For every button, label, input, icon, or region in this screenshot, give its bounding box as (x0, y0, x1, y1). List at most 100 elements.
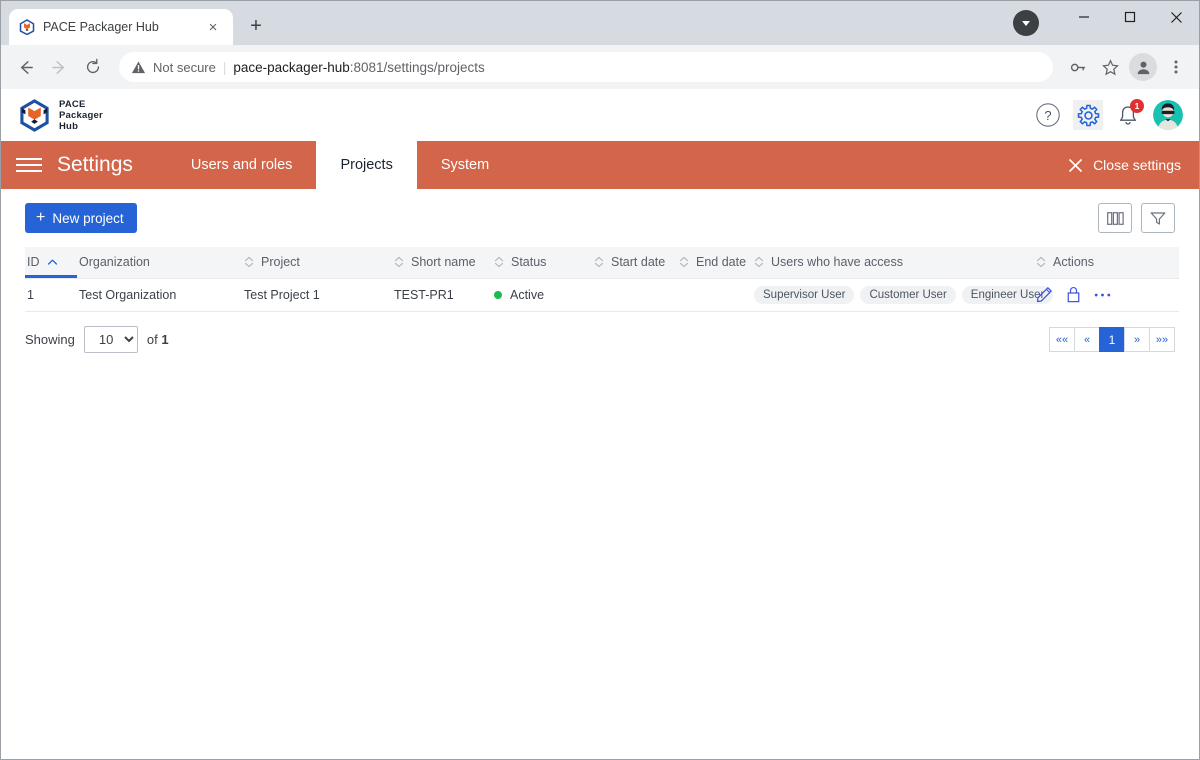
columns-button[interactable] (1098, 203, 1132, 233)
table-row[interactable]: 1 Test Organization Test Project 1 TEST-… (25, 278, 1179, 312)
sort-icon (594, 257, 604, 268)
browser-tab[interactable]: PACE Packager Hub × (9, 9, 233, 45)
tab-users-and-roles[interactable]: Users and roles (167, 141, 317, 189)
column-header-end-date[interactable]: End date (677, 247, 752, 279)
user-chip[interactable]: Customer User (860, 285, 956, 304)
tab-strip: PACE Packager Hub × + (1, 1, 271, 45)
tab-title: PACE Packager Hub (43, 20, 159, 34)
column-header-organization[interactable]: Organization (77, 247, 242, 279)
column-label-users: Users who have access (771, 255, 904, 270)
warning-triangle-icon (131, 61, 146, 73)
status-label: Active (510, 287, 545, 302)
page-size-control: Showing 10 25 50 100 of 1 (25, 326, 169, 353)
pagination: «« « 1 » »» (1049, 327, 1175, 352)
question-mark-icon: ? (1036, 103, 1060, 127)
close-settings-button[interactable]: Close settings (1068, 141, 1199, 189)
projects-toolbar: + New project (25, 189, 1175, 247)
next-page-button[interactable]: » (1124, 327, 1150, 352)
tab-search-icon[interactable] (1013, 10, 1039, 36)
column-header-users[interactable]: Users who have access (752, 247, 1034, 279)
lock-icon[interactable] (1066, 286, 1081, 303)
cell-users: Supervisor User Customer User Engineer U… (752, 278, 1054, 312)
filter-button[interactable] (1141, 203, 1175, 233)
sort-asc-icon (47, 259, 57, 265)
key-icon[interactable] (1063, 52, 1093, 82)
browser-window: PACE Packager Hub × + Not secure | pace-… (0, 0, 1200, 760)
settings-navbar: Settings Users and roles Projects System… (1, 141, 1199, 189)
app-logo[interactable]: PACE Packager Hub (19, 99, 103, 132)
settings-button[interactable] (1073, 100, 1103, 130)
cell-id: 1 (25, 278, 77, 312)
cell-project: Test Project 1 (242, 278, 392, 312)
close-icon[interactable] (1153, 1, 1199, 33)
column-label-short-name: Short name (411, 255, 476, 270)
three-dot-menu-icon[interactable] (1161, 52, 1191, 82)
gear-icon (1077, 104, 1099, 126)
hamburger-menu-icon[interactable] (1, 141, 57, 189)
total-value: 1 (161, 332, 169, 347)
column-label-status: Status (511, 255, 547, 270)
url-host: pace-packager-hub (233, 59, 350, 75)
column-header-short-name[interactable]: Short name (392, 247, 492, 279)
cell-organization: Test Organization (77, 278, 242, 312)
pace-cube-icon (19, 19, 35, 35)
last-page-button[interactable]: »» (1149, 327, 1175, 352)
browser-titlebar: PACE Packager Hub × + (1, 1, 1199, 45)
column-header-project[interactable]: Project (242, 247, 392, 279)
first-page-button[interactable]: «« (1049, 327, 1075, 352)
new-tab-button[interactable]: + (241, 11, 271, 41)
security-status-text: Not secure (153, 59, 216, 75)
more-options-icon[interactable] (1094, 292, 1111, 298)
omnibox-divider: | (222, 59, 227, 75)
browser-profile-icon[interactable] (1129, 53, 1157, 81)
edit-pencil-icon[interactable] (1036, 286, 1053, 303)
table-footer: Showing 10 25 50 100 of 1 «« « 1 » »» (25, 312, 1175, 368)
app-header-actions: ? 1 (1033, 99, 1183, 130)
tab-system[interactable]: System (417, 141, 513, 189)
window-controls (1061, 1, 1199, 33)
back-arrow-icon[interactable] (9, 51, 41, 83)
sort-icon (679, 257, 689, 268)
minimize-icon[interactable] (1061, 1, 1107, 33)
column-label-project: Project (261, 255, 300, 270)
column-header-start-date[interactable]: Start date (592, 247, 677, 279)
tab-close-icon[interactable]: × (203, 17, 223, 37)
sort-icon (244, 257, 254, 268)
funnel-filter-icon (1150, 211, 1166, 225)
user-chip[interactable]: Supervisor User (754, 285, 855, 304)
page-1-button[interactable]: 1 (1099, 327, 1125, 352)
forward-arrow-icon[interactable] (43, 51, 75, 83)
avatar[interactable] (1153, 100, 1183, 130)
brand-line-3: Hub (59, 120, 79, 132)
plus-icon: + (36, 209, 46, 226)
address-bar[interactable]: Not secure | pace-packager-hub:8081/sett… (119, 52, 1053, 82)
prev-page-button[interactable]: « (1074, 327, 1100, 352)
sort-icon (1036, 257, 1046, 268)
settings-title: Settings (57, 153, 133, 176)
app-header: PACE Packager Hub ? 1 (1, 89, 1199, 141)
table-body: 1 Test Organization Test Project 1 TEST-… (25, 278, 1179, 312)
new-project-button[interactable]: + New project (25, 203, 137, 233)
projects-table: ID Organization Project Short name Statu… (25, 247, 1179, 312)
status-dot (494, 290, 502, 299)
page-size-select[interactable]: 10 25 50 100 (83, 326, 138, 353)
notification-badge: 1 (1130, 99, 1144, 113)
new-project-label: New project (52, 210, 124, 226)
of-label: of (146, 332, 158, 347)
columns-icon (1106, 211, 1124, 225)
url-text: pace-packager-hub:8081/settings/projects (233, 60, 484, 75)
notifications-button[interactable]: 1 (1113, 99, 1144, 130)
tab-projects[interactable]: Projects (316, 141, 417, 189)
reload-icon[interactable] (77, 51, 109, 83)
x-close-icon (1068, 158, 1083, 172)
url-path: :8081/settings/projects (349, 59, 485, 75)
column-header-status[interactable]: Status (492, 247, 592, 279)
column-header-actions[interactable]: Actions (1034, 247, 1179, 279)
cell-actions (1034, 278, 1179, 312)
column-header-id[interactable]: ID (25, 247, 77, 279)
help-button[interactable]: ? (1033, 100, 1063, 130)
star-icon[interactable] (1095, 52, 1125, 82)
brand-line-1: PACE (59, 98, 86, 110)
column-label-id: ID (27, 255, 40, 270)
maximize-icon[interactable] (1107, 1, 1153, 33)
